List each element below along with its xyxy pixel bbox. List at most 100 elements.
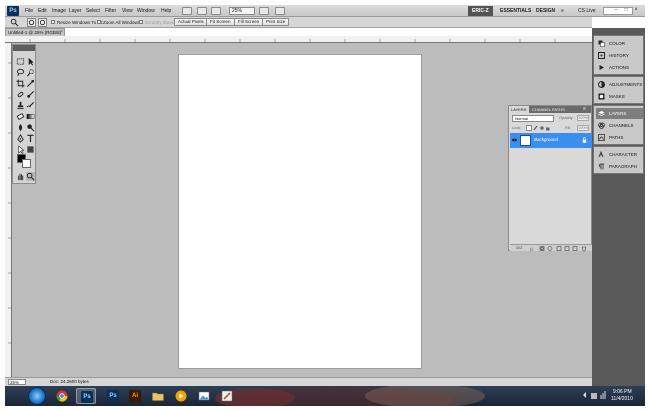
- menu-layer[interactable]: Layer: [69, 7, 82, 15]
- taskbar-photoshop-active[interactable]: Ps: [76, 388, 96, 404]
- document-tab[interactable]: Untitled-1 @ 25% (RGB/8) ×: [5, 28, 65, 36]
- workspace-more[interactable]: »: [557, 6, 568, 16]
- eyedropper-tool-icon[interactable]: [26, 79, 35, 88]
- taskbar-illustrator[interactable]: Ai: [125, 388, 145, 404]
- dock-item-adjustments[interactable]: ADJUSTMENTS: [596, 79, 643, 90]
- tab-paths[interactable]: PATHS: [550, 106, 567, 113]
- fill-label: Fill:: [565, 125, 572, 130]
- shape-tool-icon[interactable]: [26, 145, 35, 154]
- dock-item-masks[interactable]: MASKS: [596, 91, 643, 102]
- screen-mode-button[interactable]: [275, 7, 285, 15]
- zoom-out-icon[interactable]: [38, 18, 47, 27]
- panel-dock: COLOR HISTORY ACTIONS ADJUSTMENTS MASKS …: [592, 28, 645, 386]
- dock-item-layers[interactable]: LAYERS: [596, 108, 643, 119]
- menu-filter[interactable]: Filter: [105, 7, 116, 15]
- zoom-in-icon[interactable]: [27, 18, 36, 27]
- move-tool-icon[interactable]: [26, 57, 35, 66]
- clone-stamp-tool-icon[interactable]: [16, 101, 25, 110]
- hand-tool-icon[interactable]: [16, 172, 25, 181]
- view-extras-button[interactable]: [211, 7, 221, 15]
- taskbar-photoshop[interactable]: Ps: [103, 388, 123, 404]
- blend-mode-select[interactable]: Normal: [512, 115, 554, 122]
- history-brush-tool-icon[interactable]: [26, 101, 35, 110]
- launch-bridge-button[interactable]: [182, 7, 192, 15]
- tray-icons[interactable]: [579, 386, 609, 406]
- crop-tool-icon[interactable]: [16, 79, 25, 88]
- launch-minibridge-button[interactable]: [197, 7, 207, 15]
- panel-menu-icon[interactable]: ≡: [581, 106, 588, 113]
- adjustments-icon: [598, 81, 605, 88]
- arrange-documents-button[interactable]: [259, 7, 269, 15]
- taskbar-media[interactable]: [171, 388, 191, 404]
- minimize-button[interactable]: [614, 0, 622, 4]
- opacity-input[interactable]: 100%: [577, 115, 589, 121]
- resize-windows-checkbox[interactable]: [51, 20, 55, 24]
- dock-item-history[interactable]: HISTORY: [596, 50, 643, 61]
- pen-tool-icon[interactable]: [16, 134, 25, 143]
- layer-thumbnail: [520, 135, 531, 146]
- clock-time[interactable]: 9:06 PM: [613, 389, 632, 395]
- lasso-tool-icon[interactable]: [16, 68, 25, 77]
- dock-item-actions[interactable]: ACTIONS: [596, 62, 643, 73]
- path-selection-tool-icon[interactable]: [16, 145, 25, 154]
- tools-panel-header[interactable]: [13, 45, 35, 51]
- menu-window[interactable]: Window: [137, 7, 155, 15]
- workspace-user[interactable]: ERIC-Z: [468, 6, 493, 16]
- scrubby-zoom-checkbox[interactable]: [139, 20, 143, 24]
- workspace-design[interactable]: DESIGN: [532, 6, 559, 16]
- print-size-button[interactable]: Print Size: [262, 18, 290, 26]
- tab-layers[interactable]: LAYERS: [509, 106, 529, 113]
- maximize-button[interactable]: □: [622, 6, 630, 14]
- zoom-level-select[interactable]: 25%: [229, 7, 255, 15]
- link-layers-icon[interactable]: GO: [516, 245, 522, 251]
- zoom-tool-icon[interactable]: [26, 172, 35, 181]
- document-canvas[interactable]: [179, 55, 421, 368]
- marquee-tool-icon[interactable]: [16, 57, 25, 66]
- vertical-ruler[interactable]: [5, 43, 12, 377]
- workspace-essentials[interactable]: ESSENTIALS: [496, 6, 535, 16]
- dock-item-color[interactable]: COLOR: [596, 38, 643, 49]
- cs-live-button[interactable]: CS Live: [578, 7, 596, 15]
- menu-select[interactable]: Select: [86, 7, 100, 15]
- blur-tool-icon[interactable]: [16, 123, 25, 132]
- clock-date[interactable]: 11/4/2010: [611, 396, 633, 402]
- fill-input[interactable]: 100%: [577, 125, 589, 131]
- fill-screen-button[interactable]: Fill Screen: [234, 18, 264, 26]
- menu-file[interactable]: File: [25, 7, 33, 15]
- dock-item-character[interactable]: CHARACTER: [596, 149, 643, 160]
- eraser-tool-icon[interactable]: [16, 112, 25, 121]
- background-color-swatch[interactable]: [22, 159, 31, 168]
- taskbar-explorer[interactable]: [148, 388, 168, 404]
- start-button[interactable]: [28, 387, 46, 405]
- menu-view[interactable]: View: [122, 7, 133, 15]
- taskbar-paint[interactable]: [217, 388, 237, 404]
- dock-item-paths[interactable]: PATHS: [596, 132, 643, 143]
- zoom-tool-preset-icon[interactable]: [10, 18, 19, 27]
- close-document-icon[interactable]: ×: [60, 29, 63, 36]
- layer-name[interactable]: Background: [534, 137, 558, 143]
- actual-pixels-button[interactable]: Actual Pixels: [174, 18, 208, 26]
- lock-options-icon[interactable]: [526, 125, 550, 131]
- taskbar-photos[interactable]: [194, 388, 214, 404]
- quick-selection-tool-icon[interactable]: [26, 68, 35, 77]
- layer-row-background[interactable]: Background: [510, 133, 592, 148]
- dock-item-paragraph[interactable]: PARAGRAPH: [596, 161, 643, 172]
- horizontal-ruler[interactable]: [5, 36, 592, 43]
- fit-screen-button[interactable]: Fit Screen: [206, 18, 235, 26]
- minimize-button[interactable]: –: [612, 6, 620, 14]
- status-zoom-input[interactable]: 25%: [8, 379, 26, 385]
- type-tool-icon[interactable]: [26, 134, 35, 143]
- dodge-tool-icon[interactable]: [26, 123, 35, 132]
- dock-item-channels[interactable]: CHANNELS: [596, 120, 643, 131]
- gradient-tool-icon[interactable]: [26, 112, 35, 121]
- eye-icon[interactable]: [512, 138, 517, 142]
- close-button[interactable]: ×: [632, 6, 640, 14]
- taskbar-chrome[interactable]: [52, 388, 72, 404]
- menu-help[interactable]: Help: [161, 7, 171, 15]
- zoom-all-windows-checkbox[interactable]: [97, 20, 101, 24]
- document-size-info[interactable]: Doc: 24.2M/0 bytes: [50, 379, 89, 385]
- menu-edit[interactable]: Edit: [38, 7, 47, 15]
- brush-tool-icon[interactable]: [26, 90, 35, 99]
- healing-brush-tool-icon[interactable]: [16, 90, 25, 99]
- menu-image[interactable]: Image: [52, 7, 66, 15]
